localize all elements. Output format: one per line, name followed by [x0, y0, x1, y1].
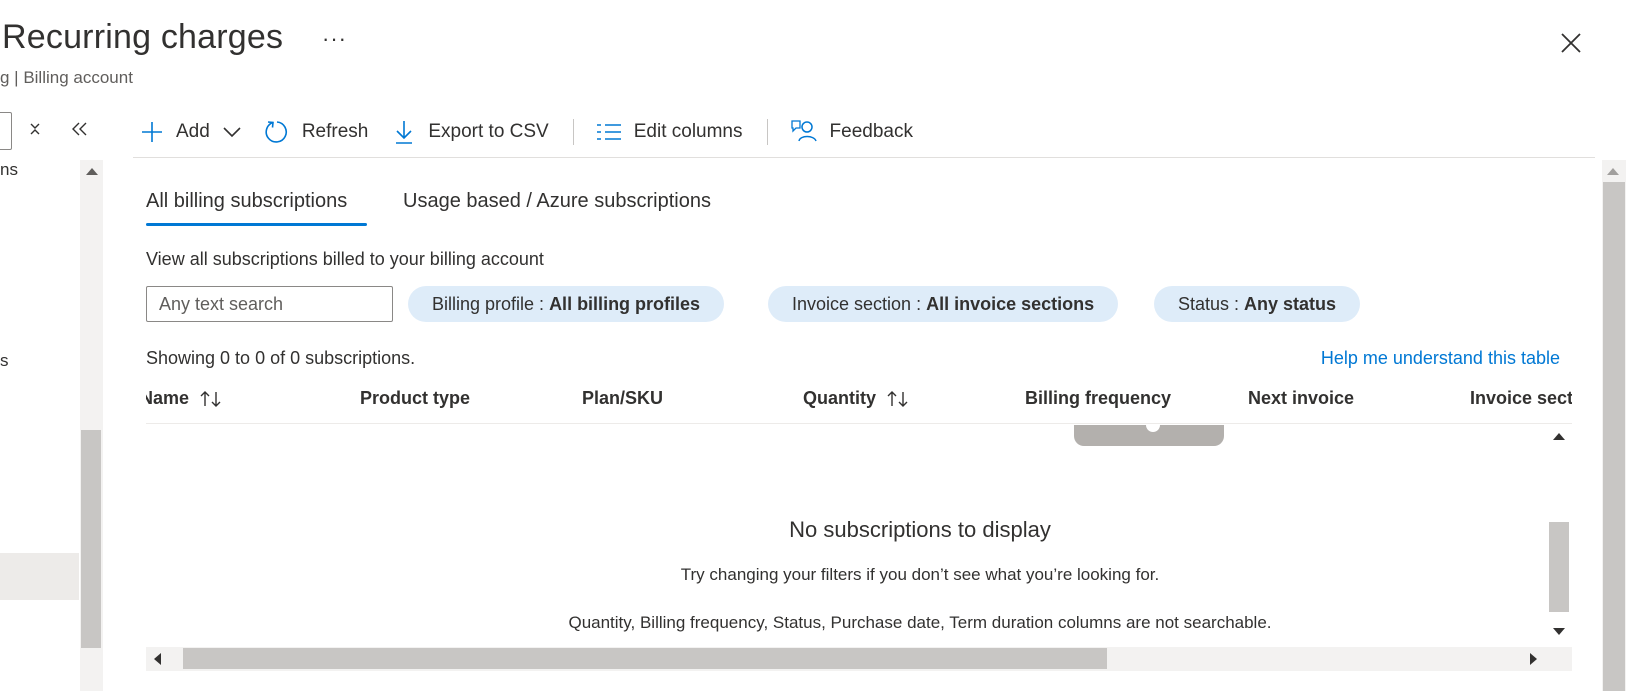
results-count: Showing 0 to 0 of 0 subscriptions.: [146, 348, 416, 368]
close-icon[interactable]: [1558, 30, 1584, 56]
column-header-label: Name: [146, 388, 190, 408]
grid-scroll-left-icon[interactable]: [154, 653, 161, 665]
clear-filter-icon[interactable]: [26, 120, 44, 138]
nav-search-input[interactable]: [0, 112, 12, 150]
page-scroll-up-icon[interactable]: [1607, 168, 1619, 175]
page-title: Recurring charges: [2, 18, 284, 56]
collapse-nav-icon[interactable]: [70, 120, 90, 138]
feedback-label: Feedback: [829, 121, 913, 142]
columns-icon: [596, 124, 621, 140]
grid-vertical-scroll-thumb[interactable]: [1549, 522, 1569, 612]
tab-all-billing-subscriptions[interactable]: All billing subscriptions: [146, 190, 347, 213]
feedback-button[interactable]: Feedback: [790, 112, 913, 152]
column-header-name[interactable]: Name: [146, 388, 223, 409]
chevron-down-icon: [223, 127, 241, 138]
active-tab-indicator: [146, 223, 367, 226]
filter-label: Status :: [1178, 293, 1240, 314]
toolbar-divider: [133, 157, 1595, 158]
invoice-section-filter[interactable]: Invoice section : All invoice sections: [768, 286, 1119, 322]
plus-icon: [142, 122, 162, 142]
refresh-icon: [265, 121, 287, 143]
filter-label: Invoice section :: [792, 293, 922, 314]
nav-item[interactable]: ns: [0, 160, 18, 180]
nav-scroll-thumb[interactable]: [81, 430, 101, 648]
add-button[interactable]: Add: [140, 112, 242, 152]
download-icon: [396, 121, 413, 144]
column-header-invoice-section[interactable]: Invoice sect: [1470, 388, 1572, 409]
export-csv-button[interactable]: Export to CSV: [394, 112, 549, 152]
grid-header: Name Product type Plan/SKU Quantity Bill…: [146, 376, 1572, 424]
column-header-label: Quantity: [803, 388, 877, 408]
column-header-billing-frequency[interactable]: Billing frequency: [1025, 388, 1171, 409]
feedback-icon: [790, 120, 817, 142]
grid-horizontal-scroll-thumb[interactable]: [183, 648, 1107, 669]
help-link[interactable]: Help me understand this table: [1321, 348, 1560, 369]
search-input[interactable]: [146, 286, 393, 322]
edit-columns-label: Edit columns: [633, 121, 743, 142]
grid-scroll-up-icon[interactable]: [1553, 433, 1565, 440]
empty-state-title: No subscriptions to display: [789, 517, 1051, 542]
column-header-quantity[interactable]: Quantity: [803, 388, 910, 409]
status-filter[interactable]: Status : Any status: [1154, 286, 1361, 322]
empty-state-subtitle: Try changing your filters if you don’t s…: [680, 565, 1160, 584]
command-bar: Add Refresh Export to CSV Edit columns F…: [140, 112, 913, 152]
edit-columns-button[interactable]: Edit columns: [596, 112, 743, 152]
nav-item[interactable]: s: [0, 351, 9, 371]
column-header-product-type[interactable]: Product type: [360, 388, 470, 409]
nav-scroll-up-icon[interactable]: [86, 168, 98, 175]
refresh-button[interactable]: Refresh: [264, 112, 369, 152]
grid-scroll-down-icon[interactable]: [1553, 628, 1565, 635]
filter-value: Any status: [1244, 293, 1337, 314]
export-csv-label: Export to CSV: [428, 121, 549, 142]
toolbar-separator: [572, 119, 574, 145]
billing-profile-filter[interactable]: Billing profile : All billing profiles: [408, 286, 725, 322]
more-options-icon[interactable]: ···: [322, 26, 347, 52]
page-description: View all subscriptions billed to your bi…: [146, 249, 544, 269]
sort-icon: [887, 390, 908, 407]
toolbar-separator: [766, 119, 768, 145]
tab-usage-based-azure-subscriptions[interactable]: Usage based / Azure subscriptions: [403, 190, 711, 213]
grid-body: No subscriptions to display Try changing…: [146, 425, 1572, 647]
filter-label: Billing profile :: [432, 293, 545, 314]
refresh-label: Refresh: [301, 121, 369, 142]
column-header-next-invoice[interactable]: Next invoice: [1248, 388, 1354, 409]
breadcrumb: g | Billing account: [0, 68, 133, 87]
filter-value: All invoice sections: [926, 293, 1095, 314]
column-header-plan-sku[interactable]: Plan/SKU: [582, 388, 663, 409]
grid-scroll-right-icon[interactable]: [1530, 653, 1537, 665]
sort-icon: [200, 390, 221, 407]
empty-state-note: Quantity, Billing frequency, Status, Pur…: [568, 613, 1272, 632]
filter-value: All billing profiles: [549, 293, 701, 314]
nav-item-selected[interactable]: [0, 553, 79, 600]
add-label: Add: [176, 121, 210, 142]
